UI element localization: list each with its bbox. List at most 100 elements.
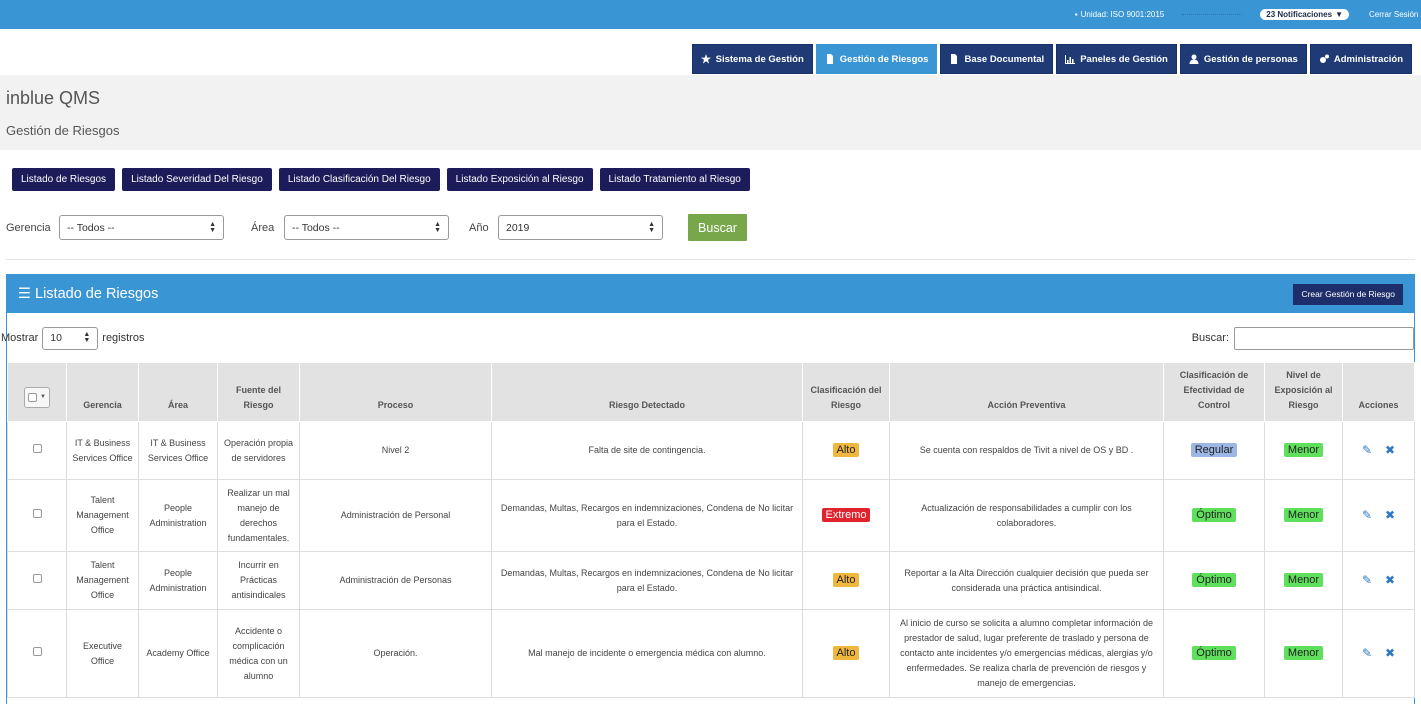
tab-tratamiento[interactable]: Listado Tratamiento al Riesgo <box>599 168 750 191</box>
cell-gerencia: Executive Office <box>66 609 139 698</box>
nav-administracion[interactable]: Administración <box>1309 44 1412 74</box>
edit-icon[interactable]: ✎ <box>1362 573 1372 588</box>
status-badge: Menor <box>1283 573 1324 587</box>
edit-icon[interactable]: ✎ <box>1362 646 1372 661</box>
edit-icon[interactable]: ✎ <box>1362 508 1372 523</box>
col-nivel[interactable]: Nivel de Exposición al Riesgo <box>1264 362 1343 422</box>
anio-select[interactable]: 2019 ▲ ▼ <box>498 215 663 240</box>
status-badge: Menor <box>1283 508 1324 522</box>
delete-icon[interactable]: ✖ <box>1385 508 1395 523</box>
cell-efectividad: Óptimo <box>1163 479 1265 552</box>
status-badge: Alto <box>832 443 860 457</box>
select-arrows-icon: ▲ ▼ <box>83 331 91 344</box>
cell-acciones: ✎ ✖ <box>1342 421 1415 480</box>
document-icon <box>951 54 958 64</box>
nav-paneles-gestion[interactable]: Paneles de Gestión <box>1056 44 1177 74</box>
cell-gerencia: Talent Management Office <box>66 551 139 610</box>
cell-efectividad: Óptimo <box>1163 551 1265 610</box>
checkbox[interactable] <box>28 393 38 402</box>
cell-clasificacion: Extremo <box>802 479 890 552</box>
cell-acciones: ✎ ✖ <box>1342 551 1415 610</box>
cell-fuente: Operación propia de servidores <box>217 421 300 480</box>
cell-nivel: Menor <box>1264 609 1343 698</box>
cell-clasificacion: Alto <box>802 551 890 610</box>
table-row: Talent Management Office People Administr… <box>7 551 1415 610</box>
cell-accion: Al inicio de curso se solicita a alumno … <box>889 609 1164 698</box>
cell-efectividad: Regular <box>1163 421 1265 480</box>
tab-exposicion[interactable]: Listado Exposición al Riesgo <box>446 168 593 191</box>
cell-fuente: Accidente o complicación médica con un a… <box>217 609 300 698</box>
nav-sistema-gestion[interactable]: Sistema de Gestión <box>691 44 813 74</box>
area-select[interactable]: -- Todos -- ▲ ▼ <box>284 215 449 240</box>
col-fuente[interactable]: Fuente del Riesgo <box>217 362 300 422</box>
checkbox[interactable] <box>32 574 42 583</box>
logout-link[interactable]: Cerrar Sesión <box>1369 10 1421 19</box>
bulk-select-dropdown[interactable]: ▼ <box>24 387 50 408</box>
search-input[interactable] <box>1234 326 1414 350</box>
checkbox[interactable] <box>32 444 42 453</box>
edit-icon[interactable]: ✎ <box>1362 443 1372 458</box>
row-select[interactable] <box>7 421 67 480</box>
cell-fuente: Incurrir en Prácticas antisindicales <box>217 551 300 610</box>
nav-gestion-personas[interactable]: Gestión de personas <box>1179 44 1307 74</box>
unit-indicator: ▪ Unidad: ISO 9001:2015 <box>1074 10 1165 19</box>
area-label: Área <box>251 221 275 234</box>
caret-down-icon: ▼ <box>40 394 46 400</box>
tab-severidad[interactable]: Listado Severidad Del Riesgo <box>122 168 272 191</box>
status-badge: Alto <box>832 573 860 587</box>
table-row: Executive Office Academy Office Accidente … <box>7 609 1415 698</box>
anio-label: Año <box>469 221 489 234</box>
filter-bar: Gerencia -- Todos -- ▲ ▼ Área -- Todos -- ▲… <box>0 191 1421 241</box>
tab-clasificacion[interactable]: Listado Clasificación Del Riesgo <box>278 168 440 191</box>
col-efectividad[interactable]: Clasificación de Efectividad de Control <box>1163 362 1265 422</box>
checkbox[interactable] <box>32 509 42 518</box>
delete-icon[interactable]: ✖ <box>1385 573 1395 588</box>
select-all-header[interactable]: ▼ <box>7 362 67 422</box>
gears-icon <box>1319 54 1329 63</box>
col-clasificacion[interactable]: Clasificación del Riesgo <box>802 362 890 422</box>
col-area[interactable]: Área <box>138 362 218 422</box>
risks-panel: ☰ Listado de Riesgos Crear Gestión de Rie… <box>1 274 1415 704</box>
delete-icon[interactable]: ✖ <box>1385 443 1395 458</box>
col-accion[interactable]: Acción Preventiva <box>889 362 1164 422</box>
create-risk-button[interactable]: Crear Gestión de Riesgo <box>1293 283 1403 305</box>
gerencia-select[interactable]: -- Todos -- ▲ ▼ <box>59 215 224 240</box>
select-arrows-icon: ▲ ▼ <box>648 220 655 234</box>
cell-riesgo: Mal manejo de incidente o emergencia méd… <box>491 609 803 698</box>
row-select[interactable] <box>7 609 67 698</box>
cell-clasificacion: Alto <box>802 421 890 480</box>
row-select[interactable] <box>7 479 67 552</box>
cell-riesgo: Demandas, Multas, Recargos en indemnizac… <box>491 479 803 552</box>
status-badge: Óptimo <box>1192 573 1236 587</box>
search-button[interactable]: Buscar <box>688 214 747 241</box>
status-badge: Extremo <box>821 508 871 522</box>
col-proceso[interactable]: Proceso <box>299 362 492 422</box>
select-arrows-icon: ▲ ▼ <box>209 220 216 234</box>
cell-area: People Administration <box>138 551 218 610</box>
checkbox[interactable] <box>32 647 42 656</box>
cell-proceso: Administración de Personal <box>299 479 492 552</box>
cell-riesgo: Demandas, Multas, Recargos en indemnizac… <box>491 551 803 610</box>
nav-gestion-riesgos[interactable]: Gestión de Riesgos <box>815 44 938 74</box>
main-nav: Sistema de Gestión Gestión de Riesgos Ba… <box>0 29 1421 75</box>
table-row: IT & Business Services Office IT & Busine… <box>7 421 1415 480</box>
document-icon <box>826 54 833 64</box>
status-badge: Óptimo <box>1192 646 1236 660</box>
col-riesgo[interactable]: Riesgo Detectado <box>491 362 803 422</box>
page-size-select[interactable]: 10 ▲ ▼ <box>42 326 99 350</box>
app-title: inblue QMS <box>6 88 101 108</box>
tab-listado-riesgos[interactable]: Listado de Riesgos <box>12 168 116 191</box>
nav-base-documental[interactable]: Base Documental <box>940 44 1054 74</box>
notifications-dropdown[interactable]: 23 Notificaciones ▼ <box>1260 9 1349 20</box>
cell-acciones: ✎ ✖ <box>1342 479 1415 552</box>
cell-proceso: Operación. <box>299 609 492 698</box>
cell-gerencia: Talent Management Office <box>66 479 139 552</box>
cell-area: Academy Office <box>138 609 218 698</box>
search-label: Buscar: <box>1191 332 1229 344</box>
cell-accion: Se cuenta con respaldos de Tivit a nivel… <box>889 421 1164 480</box>
status-badge: Regular <box>1190 443 1238 457</box>
col-gerencia[interactable]: Gerencia <box>66 362 139 422</box>
top-bar: ▪ Unidad: ISO 9001:2015 23 Notificaciones… <box>0 0 1421 29</box>
delete-icon[interactable]: ✖ <box>1385 646 1395 661</box>
row-select[interactable] <box>7 551 67 610</box>
